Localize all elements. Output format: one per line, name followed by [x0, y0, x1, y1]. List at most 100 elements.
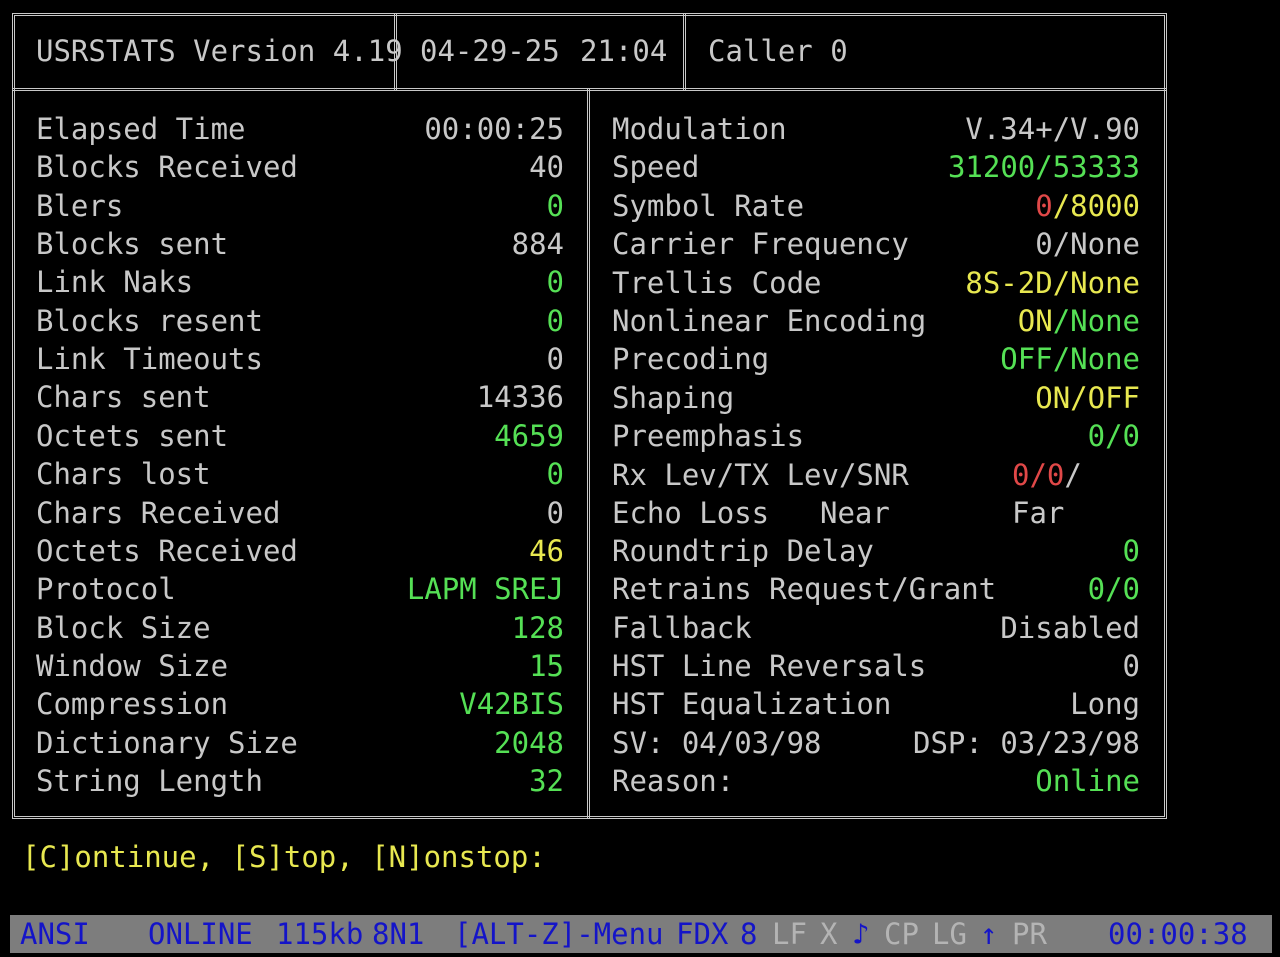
stat-value: 15 — [529, 649, 564, 683]
stat-label: Roundtrip Delay — [612, 534, 874, 568]
stat-row: Blocks Received 40 — [36, 148, 564, 186]
stat-value: LAPM SREJ — [406, 572, 564, 606]
stat-row-shaping: Shaping ON/OFF — [612, 379, 1140, 417]
stat-label: Link Naks — [36, 265, 194, 299]
stat-value: 46 — [529, 534, 564, 568]
stat-row-speed: Speed 31200/53333 — [612, 148, 1140, 186]
stat-row: Block Size 128 — [36, 609, 564, 647]
stat-value: 8S-2D — [965, 266, 1053, 300]
stat-row: Octets Received 46 — [36, 532, 564, 570]
stat-row: Blocks resent 0 — [36, 302, 564, 340]
header-date: 04-29-25 — [420, 34, 560, 68]
status-x: X — [820, 917, 838, 951]
stat-value: 40 — [529, 150, 564, 184]
dsp-version: DSP: 03/23/98 — [913, 726, 1140, 760]
stat-value: 0 — [546, 304, 564, 338]
stat-label: Precoding — [612, 342, 770, 376]
status-online: ONLINE — [148, 917, 253, 951]
stat-row-nonlinear-encoding: Nonlinear Encoding ON/None — [612, 302, 1140, 340]
stat-value: 0 — [546, 496, 564, 530]
stat-label: Link Timeouts — [36, 342, 263, 376]
stat-row: String Length 32 — [36, 762, 564, 800]
stat-label: Symbol Rate — [612, 189, 805, 223]
sv-version: SV: 04/03/98 — [612, 726, 822, 760]
status-lf: LF — [772, 917, 807, 951]
stat-label: Nonlinear Encoding — [612, 304, 927, 338]
caller-number: Caller 0 — [708, 34, 848, 68]
stat-row: Protocol LAPM SREJ — [36, 570, 564, 608]
stat-label: Blocks resent — [36, 304, 263, 338]
stat-row-echo-loss: Echo Loss Near Far — [612, 494, 1140, 532]
stat-row-hst-line-reversals: HST Line Reversals 0 — [612, 647, 1140, 685]
echo-loss-near: Near — [820, 496, 890, 530]
stat-value: /None — [1052, 266, 1140, 300]
stat-label: Speed — [612, 150, 700, 184]
stat-label: Chars Received — [36, 496, 281, 530]
stat-value: 0 — [546, 342, 564, 376]
stat-label: Protocol — [36, 572, 176, 606]
stat-row: Chars Received 0 — [36, 494, 564, 532]
stat-value: 4659 — [494, 419, 564, 453]
stat-row: Link Timeouts 0 — [36, 340, 564, 378]
stat-label: Octets Received — [36, 534, 298, 568]
stat-value: /None — [1052, 304, 1140, 338]
stat-label: Window Size — [36, 649, 229, 683]
stat-label: Block Size — [36, 611, 211, 645]
stat-row-versions: SV: 04/03/98 DSP: 03/23/98 — [612, 724, 1140, 762]
stat-row-carrier-frequency: Carrier Frequency 0/None — [612, 225, 1140, 263]
stat-label: Elapsed Time — [36, 112, 246, 146]
stat-value: 32 — [529, 764, 564, 798]
status-pr: PR — [1012, 917, 1047, 951]
stat-label: Compression — [36, 687, 229, 721]
stat-row: Chars lost 0 — [36, 455, 564, 493]
stat-row: Link Naks 0 — [36, 263, 564, 301]
stat-value: /8000 — [1052, 189, 1140, 223]
stat-value: 0/None — [1035, 227, 1140, 261]
stat-row-preemphasis: Preemphasis 0/0 — [612, 417, 1140, 455]
stat-value: 0 — [1122, 649, 1140, 683]
app-title: USRSTATS Version 4.19 — [36, 34, 403, 68]
stat-row-precoding: Precoding OFF/None — [612, 340, 1140, 378]
stat-row: Blers 0 — [36, 187, 564, 225]
stat-label: Reason: — [612, 764, 735, 798]
header-separator-2 — [683, 13, 687, 91]
stat-value: 0 — [546, 265, 564, 299]
stat-row-hst-equalization: HST Equalization Long — [612, 685, 1140, 723]
stat-label: Chars sent — [36, 380, 211, 414]
stat-value: 00:00:25 — [424, 112, 564, 146]
status-menu[interactable]: [ALT-Z]-Menu — [454, 915, 664, 953]
stat-value: 0 — [546, 189, 564, 223]
stat-label: Fallback — [612, 611, 752, 645]
stat-label: Preemphasis — [612, 419, 805, 453]
stat-label: Trellis Code — [612, 266, 822, 300]
status-cp: CP — [884, 917, 919, 951]
stat-value: 0/0/ — [1012, 458, 1082, 492]
stat-row-trellis-code: Trellis Code 8S-2D/None — [612, 264, 1140, 302]
stat-row-reason: Reason: Online — [612, 762, 1140, 800]
continue-prompt[interactable]: [C]ontinue, [S]top, [N]onstop: — [22, 838, 546, 876]
stat-value: Online — [1035, 764, 1140, 798]
stat-value: V.34+/V.90 — [965, 112, 1140, 146]
stat-value: 14336 — [476, 380, 564, 414]
stat-value: 0/0 — [1087, 419, 1140, 453]
stat-label: Carrier Frequency — [612, 227, 909, 261]
stat-label: Chars lost — [36, 457, 211, 491]
status-emulation: ANSI — [20, 917, 90, 951]
stat-value: OFF — [1000, 342, 1053, 376]
stat-label: Blers — [36, 189, 124, 223]
status-timer: 00:00:38 — [1108, 917, 1248, 951]
stat-value: 0/0 — [1087, 572, 1140, 606]
stat-value: 0 — [546, 457, 564, 491]
music-icon: ♪ — [852, 917, 870, 951]
stat-value: Long — [1070, 687, 1140, 721]
stat-value: 2048 — [494, 726, 564, 760]
stat-label: Dictionary Size — [36, 726, 298, 760]
status-duplex: FDX — [676, 917, 729, 951]
stat-label: Echo Loss — [612, 496, 770, 530]
stat-label: Retrains Request/Grant — [612, 572, 997, 606]
header-time: 21:04 — [580, 34, 668, 68]
stat-label: Modulation — [612, 112, 787, 146]
status-format: 8N1 — [372, 917, 425, 951]
column-divider — [587, 89, 591, 819]
stat-row: Window Size 15 — [36, 647, 564, 685]
